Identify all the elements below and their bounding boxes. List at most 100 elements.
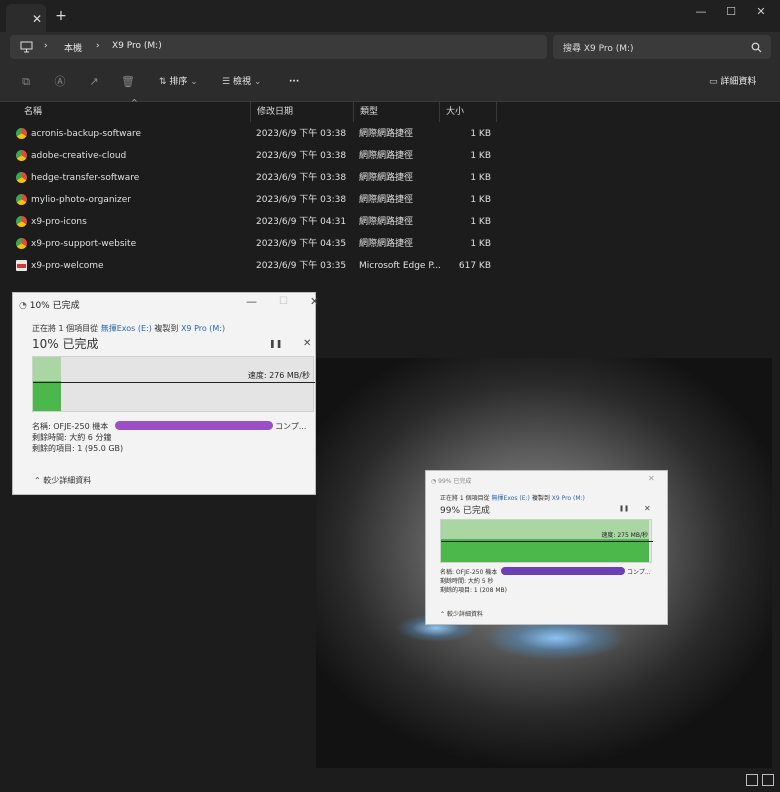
- file-row[interactable]: acronis-backup-software 2023/6/9 下午 03:38…: [0, 123, 500, 145]
- less-details-toggle[interactable]: ⌃ 較少詳細資料: [34, 475, 91, 486]
- cancel-button[interactable]: ✕: [644, 504, 651, 513]
- computer-icon: [20, 41, 33, 53]
- file-date: 2023/6/9 下午 03:38: [256, 129, 347, 139]
- dialog-title: ◔ 99% 已完成: [431, 478, 472, 485]
- chevron-down-icon: ⌄: [187, 77, 198, 87]
- column-header-size[interactable]: 大小: [440, 102, 497, 122]
- speed-line: [441, 541, 653, 542]
- percent-complete: 10% 已完成: [32, 337, 99, 351]
- file-row[interactable]: mylio-photo-organizer 2023/6/9 下午 03:38 網際…: [0, 189, 500, 211]
- file-date: 2023/6/9 下午 03:35: [256, 261, 347, 271]
- file-row[interactable]: x9-pro-icons 2023/6/9 下午 04:31 網際網路捷徑 1 KB: [0, 211, 500, 233]
- dialog-close-icon[interactable]: ✕: [648, 474, 655, 483]
- redaction-bar: [501, 567, 625, 575]
- file-size: 1 KB: [470, 173, 491, 183]
- dialog-minimize-icon[interactable]: —: [246, 295, 257, 308]
- sort-icon: ⇅: [159, 77, 170, 87]
- copy-description: 正在將 1 個項目從 無揮Exos (E:) 複製到 X9 Pro (M:): [32, 324, 226, 333]
- address-bar[interactable]: › 本機 › X9 Pro (M:): [10, 35, 547, 59]
- file-date: 2023/6/9 下午 03:38: [256, 173, 347, 183]
- redaction-bar: [115, 421, 273, 430]
- file-size: 1 KB: [470, 151, 491, 161]
- details-pane-icon: ▭: [709, 77, 721, 87]
- file-name-suffix: コンプ...: [627, 569, 651, 576]
- close-tab-icon[interactable]: ✕: [30, 12, 44, 26]
- breadcrumb-this-pc[interactable]: 本機: [64, 41, 82, 54]
- file-row[interactable]: hedge-transfer-software 2023/6/9 下午 03:38…: [0, 167, 500, 189]
- minimize-icon[interactable]: —: [686, 4, 716, 20]
- copy-progress-dialog-99[interactable]: ◔ 99% 已完成 ✕ 正在將 1 個項目從 無揮Exos (E:) 複製到 X…: [425, 470, 668, 625]
- transfer-speed-graph: 速度: 275 MB/秒: [440, 519, 653, 563]
- file-name-label: 名稱: OFJE-250 機本: [440, 569, 498, 576]
- copy-icon[interactable]: ⧉: [19, 75, 33, 89]
- search-icon[interactable]: [751, 42, 762, 53]
- copy-progress-dialog-10[interactable]: ◔ 10% 已完成 — ☐ ✕ 正在將 1 個項目從 無揮Exos (E:) 複…: [12, 292, 319, 495]
- chevron-right-icon: ›: [96, 41, 100, 51]
- file-size: 1 KB: [470, 217, 491, 227]
- cancel-button[interactable]: ✕: [303, 338, 311, 349]
- speed-label: 速度: 276 MB/秒: [247, 371, 310, 380]
- view-icon: ☰: [222, 77, 233, 87]
- file-date: 2023/6/9 下午 04:31: [256, 217, 347, 227]
- pdf-file-icon: [16, 260, 27, 271]
- internet-shortcut-icon: [16, 172, 27, 183]
- column-header-modified[interactable]: 修改日期: [251, 102, 354, 122]
- file-type: 網際網路捷徑: [359, 195, 414, 205]
- file-name: x9-pro-icons: [31, 217, 87, 227]
- file-size: 1 KB: [470, 239, 491, 249]
- file-row[interactable]: x9-pro-support-website 2023/6/9 下午 04:35 網…: [0, 233, 500, 255]
- title-bar: ✕ + — ☐ ✕: [0, 0, 780, 32]
- maximize-icon[interactable]: ☐: [716, 4, 746, 20]
- search-box[interactable]: 搜尋 X9 Pro (M:): [553, 35, 771, 59]
- tiles-view-icon[interactable]: [762, 774, 774, 786]
- chevron-down-icon: ⌄: [250, 77, 262, 87]
- sort-button[interactable]: ⇅ 排序 ⌄: [159, 75, 198, 89]
- file-name: hedge-transfer-software: [31, 173, 140, 183]
- command-bar: ⧉ Ⓐ ↗ 🗑 ⇅ 排序 ⌄ ☰ 檢視 ⌄ ··· ▭ 詳細資料: [0, 62, 780, 102]
- file-name: x9-pro-support-website: [31, 239, 137, 249]
- progress-fill: [441, 539, 649, 562]
- internet-shortcut-icon: [16, 216, 27, 227]
- share-icon[interactable]: ↗: [87, 75, 101, 89]
- file-name-suffix: コンプ...: [275, 422, 307, 431]
- pause-button[interactable]: ❚❚: [619, 505, 629, 512]
- pause-button[interactable]: ❚❚: [269, 339, 282, 348]
- copy-description: 正在將 1 個項目從 無揮Exos (E:) 複製到 X9 Pro (M:): [440, 495, 585, 502]
- breadcrumb-drive[interactable]: X9 Pro (M:): [112, 41, 162, 51]
- file-size: 1 KB: [470, 129, 491, 139]
- dialog-maximize-icon: ☐: [279, 296, 288, 307]
- file-name-label: 名稱: OFJE-250 機本: [32, 422, 109, 431]
- file-name: mylio-photo-organizer: [31, 195, 131, 205]
- file-size: 617 KB: [458, 261, 491, 271]
- more-options-button[interactable]: ···: [289, 75, 299, 89]
- search-input[interactable]: 搜尋 X9 Pro (M:): [563, 41, 634, 54]
- close-window-icon[interactable]: ✕: [746, 4, 776, 20]
- details-view-icon[interactable]: [746, 774, 758, 786]
- file-type: Microsoft Edge P...: [359, 261, 441, 271]
- file-type: 網際網路捷徑: [359, 217, 414, 227]
- delete-icon[interactable]: 🗑: [121, 75, 135, 89]
- address-row: › 本機 › X9 Pro (M:) 搜尋 X9 Pro (M:): [0, 32, 780, 62]
- file-row[interactable]: x9-pro-welcome 2023/6/9 下午 03:35 Microsoft…: [0, 255, 500, 277]
- dialog-close-icon[interactable]: ✕: [310, 295, 319, 308]
- percent-complete: 99% 已完成: [440, 506, 490, 516]
- internet-shortcut-icon: [16, 194, 27, 205]
- file-type: 網際網路捷徑: [359, 151, 414, 161]
- file-name: x9-pro-welcome: [31, 261, 104, 271]
- column-header-type[interactable]: 類型: [354, 102, 440, 122]
- rename-icon[interactable]: Ⓐ: [53, 75, 67, 89]
- dialog-title: ◔ 10% 已完成: [19, 298, 80, 311]
- view-button[interactable]: ☰ 檢視 ⌄: [222, 75, 261, 89]
- new-tab-icon[interactable]: +: [54, 9, 68, 23]
- progress-clock-icon: ◔: [19, 301, 30, 311]
- items-remaining: 剩餘的項目: 1 (95.0 GB): [32, 444, 124, 453]
- progress-fill-upper: [33, 357, 61, 381]
- chevron-right-icon: ›: [44, 41, 48, 51]
- less-details-toggle[interactable]: ⌃ 較少詳細資料: [440, 609, 483, 618]
- file-row[interactable]: adobe-creative-cloud 2023/6/9 下午 03:38 網際網…: [0, 145, 500, 167]
- details-pane-button[interactable]: ▭ 詳細資料: [709, 75, 756, 89]
- browser-tab[interactable]: ✕: [6, 4, 46, 32]
- time-remaining: 剩餘時間: 大約 5 秒: [440, 578, 494, 585]
- dialog-title-text: 99% 已完成: [438, 478, 472, 485]
- file-type: 網際網路捷徑: [359, 173, 414, 183]
